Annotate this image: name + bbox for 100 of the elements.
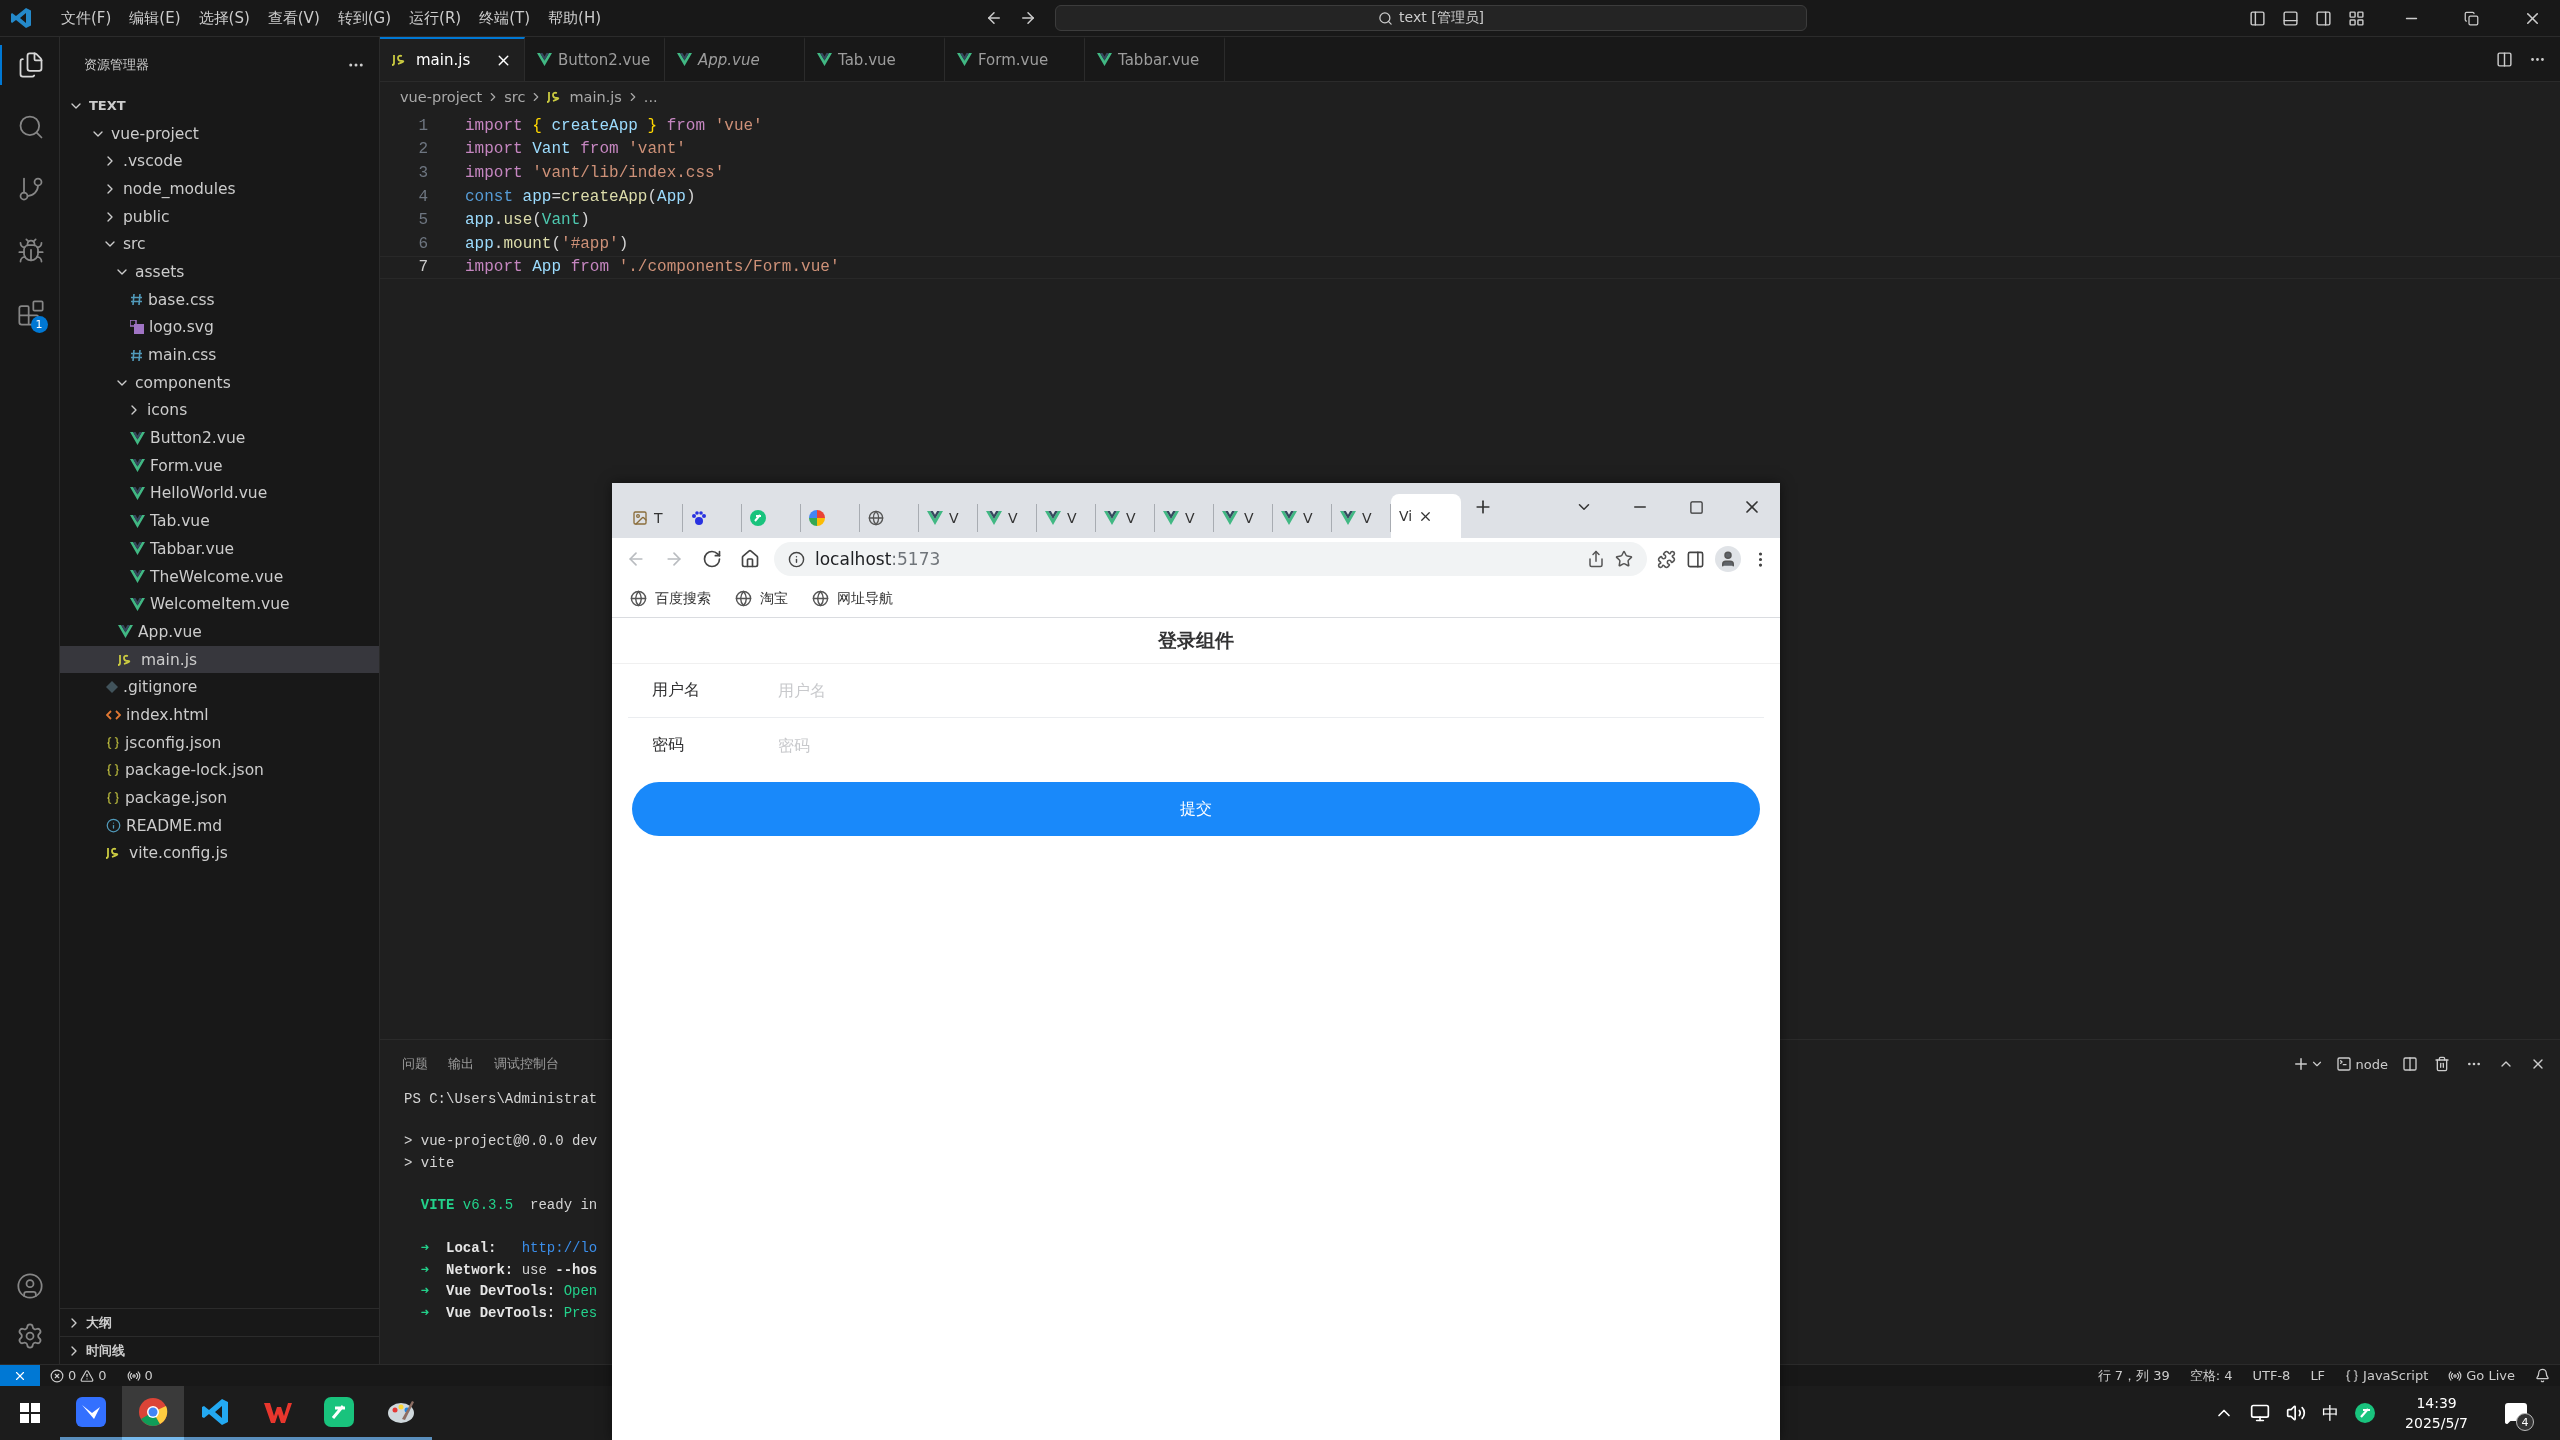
browser-tab[interactable]: T xyxy=(624,504,683,532)
account-icon[interactable] xyxy=(15,1272,44,1300)
vue-icon xyxy=(130,514,145,528)
volume-icon[interactable] xyxy=(2286,1403,2307,1423)
browser-tab[interactable]: V xyxy=(1214,504,1273,532)
tree-item[interactable]: TEXT xyxy=(60,92,379,120)
taskbar-app[interactable] xyxy=(122,1386,184,1440)
tree-item[interactable]: Form.vue xyxy=(60,451,379,480)
status-item[interactable]: LF xyxy=(2310,1368,2326,1383)
clock[interactable]: 14:39 2025/5/7 xyxy=(2405,1393,2468,1433)
layout-icon[interactable] xyxy=(2348,9,2365,27)
status-item[interactable]: 空格: 4 xyxy=(2189,1366,2233,1385)
menu-item[interactable]: 选择(S) xyxy=(189,8,259,28)
tree-item[interactable]: main.js xyxy=(60,645,379,674)
status-item[interactable]: Go Live xyxy=(2448,1368,2515,1383)
menu-item[interactable]: 终端(T) xyxy=(470,8,540,28)
bookmark[interactable]: 淘宝 xyxy=(735,589,788,608)
browser-tab[interactable]: Vi xyxy=(1391,494,1461,538)
tree-item[interactable]: base.css xyxy=(60,285,379,314)
tree-item[interactable]: package-lock.json xyxy=(60,756,379,785)
tree-item[interactable]: README.md xyxy=(60,811,379,840)
tree-item[interactable]: .gitignore xyxy=(60,673,379,702)
split-icon[interactable] xyxy=(2402,1056,2418,1072)
activity-item[interactable]: 1 xyxy=(0,293,60,333)
bell-icon[interactable] xyxy=(2535,1368,2550,1383)
terminal-name[interactable]: node xyxy=(2355,1056,2388,1072)
tree-item[interactable]: Tabbar.vue xyxy=(60,535,379,563)
panel-tab[interactable]: 输出 xyxy=(448,1055,474,1073)
tree-item[interactable]: .vscode xyxy=(60,147,379,176)
remote-button[interactable] xyxy=(0,1364,40,1387)
ports-status[interactable]: 0 xyxy=(126,1368,153,1383)
panel-bottom-icon[interactable] xyxy=(2282,9,2299,27)
panel-right-icon[interactable] xyxy=(2315,9,2332,27)
status-item[interactable]: JavaScript xyxy=(2345,1368,2429,1383)
tree-item[interactable]: App.vue xyxy=(60,618,379,646)
tree-item[interactable]: jsconfig.json xyxy=(60,728,379,757)
side-panel-icon[interactable] xyxy=(1686,549,1705,569)
menu-item[interactable]: 查看(V) xyxy=(258,8,329,28)
section-header[interactable]: 大纲 xyxy=(60,1308,379,1336)
tree-item[interactable]: TheWelcome.vue xyxy=(60,562,379,591)
panel-left-icon[interactable] xyxy=(2249,9,2266,27)
panel-tab[interactable]: 调试控制台 xyxy=(494,1055,559,1073)
code-line: import App from './components/Form.vue' xyxy=(465,258,840,277)
browser-tab[interactable]: V xyxy=(1155,504,1214,532)
tree-item[interactable]: WelcomeItem.vue xyxy=(60,590,379,619)
terminal-line: VITE v6.3.5 ready in xyxy=(419,1197,598,1214)
share-icon[interactable] xyxy=(1587,550,1605,568)
vue-icon xyxy=(986,511,1002,525)
tree-item[interactable]: vue-project xyxy=(60,119,379,148)
input-method[interactable]: 中 xyxy=(2322,1401,2340,1425)
file-name: .vscode xyxy=(123,152,183,171)
tree-item[interactable]: src xyxy=(60,230,379,259)
problems-status[interactable]: 0 0 xyxy=(50,1368,107,1383)
tree-item[interactable]: components xyxy=(60,368,379,397)
menu-item[interactable]: 编辑(E) xyxy=(120,8,190,28)
tree-item[interactable]: node_modules xyxy=(60,175,379,203)
puzzle-icon[interactable] xyxy=(1657,549,1676,569)
breadcrumb[interactable]: main.js xyxy=(569,89,622,105)
plus-logo-icon[interactable] xyxy=(2355,1403,2376,1423)
trash-icon[interactable] xyxy=(2434,1056,2450,1072)
tree-item[interactable]: package.json xyxy=(60,784,379,812)
network-icon[interactable] xyxy=(2250,1403,2271,1423)
menu-item[interactable]: 转到(G) xyxy=(328,8,401,28)
vue-icon xyxy=(1104,511,1120,525)
browser-tab[interactable]: V xyxy=(1273,504,1332,532)
bookmark[interactable]: 网址导航 xyxy=(812,589,893,608)
star-icon[interactable] xyxy=(1615,550,1633,568)
panel-tab[interactable]: 问题 xyxy=(402,1055,428,1073)
browser-tab[interactable]: V xyxy=(1037,504,1096,532)
command-center[interactable]: text [管理员] xyxy=(1055,5,1808,31)
tree-item[interactable]: Tab.vue xyxy=(60,507,379,535)
menu-item[interactable]: 帮助(H) xyxy=(539,8,611,28)
tree-item[interactable]: Button2.vue xyxy=(60,424,379,452)
breadcrumb[interactable]: ... xyxy=(643,89,658,105)
status-item[interactable]: UTF-8 xyxy=(2252,1368,2291,1383)
menu-item[interactable]: 运行(R) xyxy=(400,8,471,28)
tree-item[interactable]: HelloWorld.vue xyxy=(60,479,379,508)
profile-icon[interactable] xyxy=(1715,546,1741,572)
breadcrumb[interactable]: src xyxy=(504,89,526,105)
tree-item[interactable]: icons xyxy=(60,396,379,425)
tree-item[interactable]: main.css xyxy=(60,341,379,369)
code-line: const app=createApp(App) xyxy=(465,187,696,206)
restore-icon[interactable] xyxy=(2464,10,2479,26)
address-field[interactable]: localhost:5173 xyxy=(774,542,1647,576)
info-icon xyxy=(106,818,121,834)
tree-item[interactable]: public xyxy=(60,202,379,231)
tree-item[interactable]: assets xyxy=(60,258,379,286)
tree-item[interactable]: vite.config.js xyxy=(60,839,379,868)
browser-tab[interactable]: V xyxy=(1096,504,1155,532)
browser-tab[interactable]: V xyxy=(919,504,978,532)
tree-item[interactable]: index.html xyxy=(60,701,379,729)
menu-item[interactable]: 文件(F) xyxy=(52,8,121,28)
section-title: 大纲 xyxy=(86,1313,112,1332)
submit-button[interactable]: 提交 xyxy=(632,782,1760,836)
breadcrumb[interactable]: vue-project xyxy=(400,89,483,105)
bookmark[interactable]: 百度搜索 xyxy=(630,589,711,608)
browser-tab[interactable]: V xyxy=(978,504,1037,532)
editor-tab[interactable]: main.js xyxy=(380,37,525,81)
tree-item[interactable]: logo.svg xyxy=(60,313,379,342)
status-item[interactable]: 行 7，列 39 xyxy=(2097,1366,2170,1385)
